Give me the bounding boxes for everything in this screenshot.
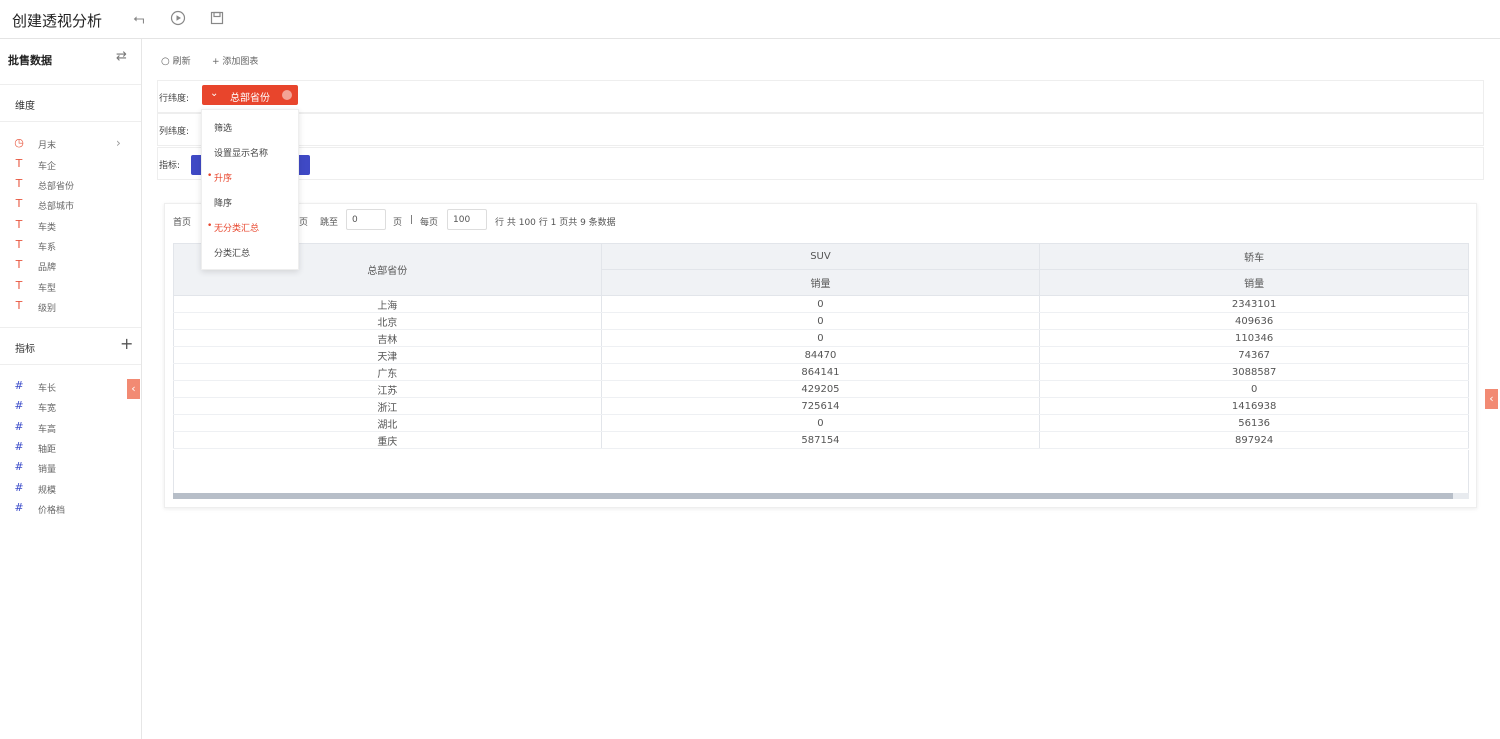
table-row: 北京 0 409636 (173, 312, 1469, 330)
text-type-icon: T (15, 238, 23, 251)
page-unit: 页 (393, 218, 403, 228)
menu-item-descending[interactable]: 降序 (214, 196, 232, 209)
remove-chip-icon[interactable] (282, 90, 292, 100)
dimension-context-menu: 筛选 设置显示名称 • 升序 降序 • 无分类汇总 分类汇总 (201, 109, 299, 270)
number-type-icon: # (14, 379, 24, 392)
table-row: 重庆 587154 897924 (173, 431, 1469, 449)
number-type-icon: # (14, 481, 24, 494)
number-type-icon: # (14, 460, 24, 473)
undo-icon[interactable]: ⮢ (130, 10, 148, 28)
add-chart-button[interactable]: + 添加图表 (212, 54, 258, 67)
text-type-icon: T (15, 258, 23, 271)
dataset-name: 批售数据 (8, 54, 52, 67)
table-row: 江苏 429205 0 (173, 380, 1469, 398)
metrics-header: 指标 + (0, 327, 141, 365)
table-row: 广东 864141 3088587 (173, 363, 1469, 381)
table-empty-area (173, 450, 1469, 494)
menu-item-ascending[interactable]: • 升序 (207, 171, 232, 184)
number-type-icon: # (14, 440, 24, 453)
table-row: 天津 84470 74367 (173, 346, 1469, 364)
pagination-summary: 行 共 100 行 1 页共 9 条数据 (495, 218, 616, 228)
jump-page-input[interactable]: 0 (346, 209, 386, 230)
expand-right-panel-button[interactable]: ‹ (1485, 389, 1498, 409)
top-bar: 创建透视分析 ⮢ (0, 0, 1500, 39)
menu-item-subtotal[interactable]: 分类汇总 (214, 246, 250, 259)
horizontal-scrollbar[interactable] (173, 493, 1469, 499)
chevron-right-icon[interactable]: › (116, 136, 121, 150)
save-icon[interactable] (208, 10, 226, 28)
menu-item-rename[interactable]: 设置显示名称 (214, 146, 268, 159)
first-page-link[interactable]: 首页 (173, 215, 191, 228)
table-row: 吉林 0 110346 (173, 329, 1469, 347)
jump-label: 跳至 (320, 218, 339, 228)
play-icon[interactable] (169, 10, 187, 28)
clock-icon: ◷ (14, 136, 24, 149)
collapse-sidebar-button[interactable]: ‹ (127, 379, 140, 399)
field-sidebar: 批售数据 ⇄ 维度 ◷ 月末 › T 车企 T 总部省份 T 总部城市 T 车类… (0, 39, 142, 739)
number-type-icon: # (14, 399, 24, 412)
per-page-label: 每页 (420, 218, 439, 228)
text-type-icon: T (15, 197, 23, 210)
scrollbar-thumb[interactable] (173, 493, 1453, 499)
column-group-header[interactable]: 轿车 (1039, 243, 1469, 270)
text-type-icon: T (15, 218, 23, 231)
column-group-header[interactable]: SUV (600, 243, 1041, 270)
per-page-input[interactable]: 100 (447, 209, 487, 230)
text-type-icon: T (15, 279, 23, 292)
text-type-icon: T (15, 177, 23, 190)
menu-item-no-subtotal[interactable]: • 无分类汇总 (207, 221, 259, 234)
row-dimension-zone[interactable]: 行纬度: ⌄ 总部省份 (157, 80, 1484, 113)
pivot-table: 总部省份 SUV 轿车 销量 销量 上海 0 2343101 北京 0 409636 吉… (173, 243, 1469, 449)
table-row: 上海 0 2343101 (173, 295, 1469, 313)
dimensions-header: 维度 (0, 84, 141, 122)
metric-sub-header[interactable]: 销量 (1039, 269, 1469, 296)
metric-zone[interactable]: 指标: (157, 147, 1484, 180)
number-type-icon: # (14, 501, 24, 514)
table-row: 湖北 0 56136 (173, 414, 1469, 432)
plus-icon: + (212, 57, 220, 67)
column-dimension-zone[interactable]: 列纬度: (157, 113, 1484, 146)
text-type-icon: T (15, 157, 23, 170)
menu-item-filter[interactable]: 筛选 (214, 121, 232, 134)
refresh-icon: ○ (161, 56, 170, 67)
last-page-link[interactable]: 页 (299, 215, 308, 228)
table-row: 浙江 725614 1416938 (173, 397, 1469, 415)
row-dimension-chip[interactable]: ⌄ 总部省份 (202, 85, 298, 105)
number-type-icon: # (14, 420, 24, 433)
text-type-icon: T (15, 299, 23, 312)
refresh-button[interactable]: ○ 刷新 (161, 54, 191, 67)
separator: | (410, 215, 414, 225)
switch-dataset-icon[interactable]: ⇄ (116, 49, 127, 64)
metric-sub-header[interactable]: 销量 (600, 269, 1041, 296)
page-title: 创建透视分析 (12, 12, 103, 30)
chevron-down-icon[interactable]: ⌄ (210, 88, 218, 99)
add-metric-icon[interactable]: + (120, 334, 133, 353)
